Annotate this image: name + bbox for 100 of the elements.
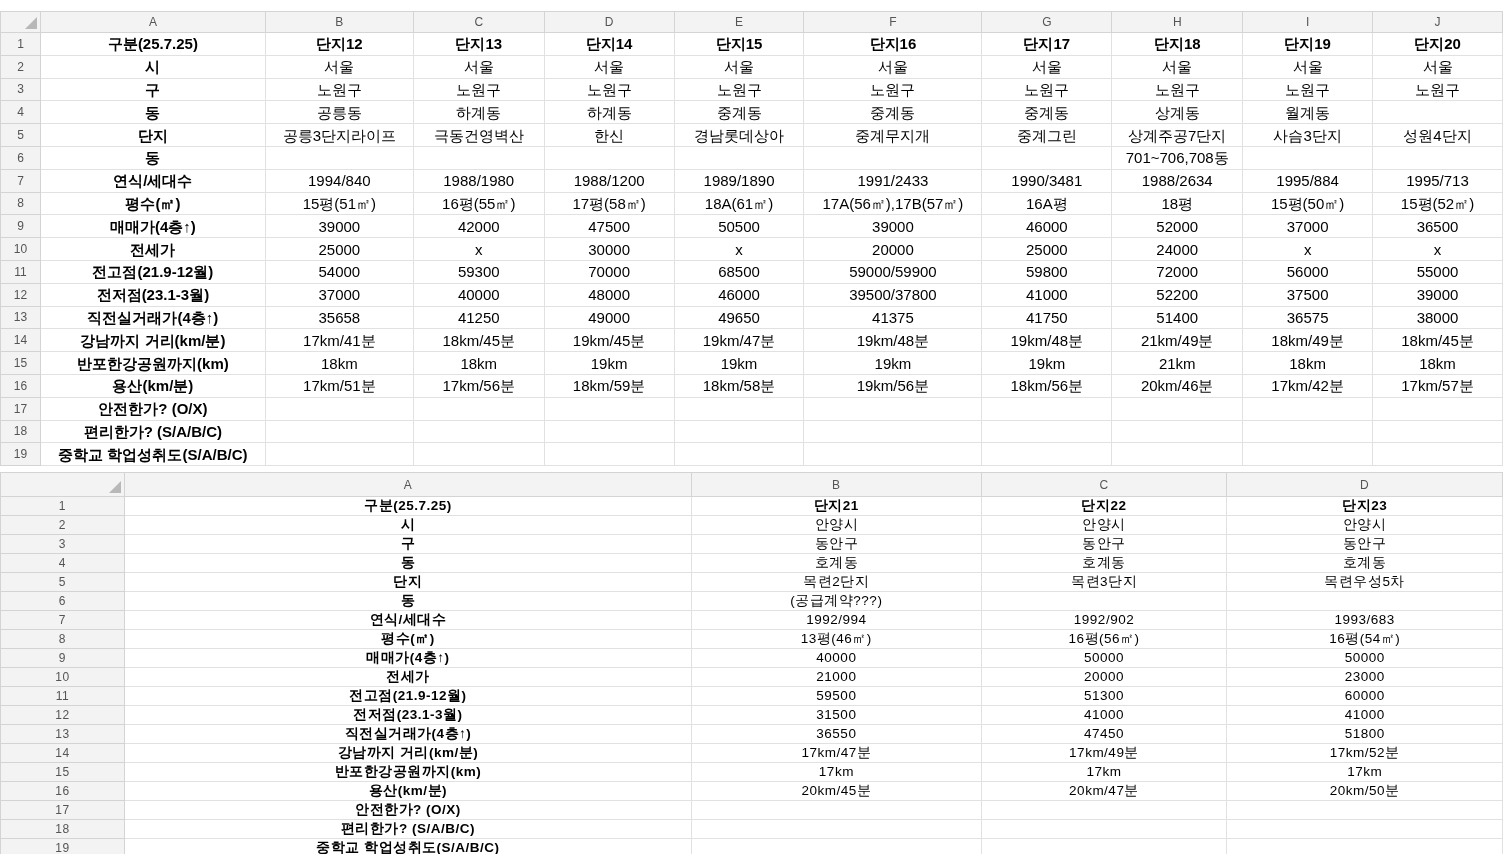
column-header[interactable]: G (981, 11, 1112, 33)
table-cell: 노원구 (981, 78, 1112, 101)
column-header[interactable]: C (981, 472, 1227, 497)
column-header[interactable]: I (1242, 11, 1373, 33)
table-cell: 반포한강공원까지(km) (124, 762, 692, 782)
table-cell: 단지18 (1111, 32, 1243, 56)
row-number[interactable]: 15 (0, 351, 41, 375)
table-cell: 구 (40, 78, 266, 101)
column-header[interactable]: C (413, 11, 545, 33)
row-number[interactable]: 6 (0, 146, 41, 170)
select-all-corner[interactable] (0, 472, 125, 497)
column-header[interactable]: B (691, 472, 982, 497)
table-cell: 19km (981, 351, 1112, 375)
table-cell: 51400 (1111, 306, 1243, 329)
row-number[interactable]: 12 (0, 283, 41, 307)
table-cell: 24000 (1111, 237, 1243, 261)
table-cell: 18km (413, 351, 545, 375)
column-header[interactable]: H (1111, 11, 1243, 33)
select-all-corner[interactable] (0, 11, 41, 33)
table-cell: 평수(㎡) (40, 192, 266, 215)
table-cell: 단지17 (981, 32, 1112, 56)
row-number[interactable]: 4 (0, 100, 41, 124)
table-cell: 노원구 (674, 78, 804, 101)
table-cell: 15평(51㎡) (265, 192, 414, 215)
row-number[interactable]: 1 (0, 32, 41, 56)
table-cell: 목련우성5차 (1226, 572, 1503, 592)
table-cell: 36500 (1372, 214, 1503, 238)
table-cell: 31500 (691, 705, 982, 725)
column-header[interactable]: D (1226, 472, 1503, 497)
table-cell: 강남까지 거리(km/분) (124, 743, 692, 763)
table-cell: 47500 (544, 214, 675, 238)
row-number[interactable]: 17 (0, 397, 41, 421)
table-cell: 16평(54㎡) (1226, 629, 1503, 649)
table-cell: 매매가(4층↑) (124, 648, 692, 668)
table-cell: 40000 (413, 283, 545, 307)
table-cell: 36550 (691, 724, 982, 744)
table-cell: 1988/2634 (1111, 169, 1243, 193)
row-number[interactable]: 11 (0, 260, 41, 284)
corner-triangle-icon (108, 481, 121, 494)
table-cell: 17km (981, 762, 1227, 782)
row-number[interactable]: 13 (0, 306, 41, 329)
table-cell: 18A(61㎡) (674, 192, 804, 215)
table-cell: 서울 (981, 55, 1112, 79)
table-cell: 호계동 (691, 553, 982, 573)
table-cell: 68500 (674, 260, 804, 284)
table-cell: 전고점(21.9-12월) (124, 686, 692, 706)
table-cell: 41000 (1226, 705, 1503, 725)
table-cell: 한신 (544, 123, 675, 147)
table-cell: 직전실거래가(4층↑) (124, 724, 692, 744)
table-cell: 19km (544, 351, 675, 375)
row-number[interactable]: 10 (0, 237, 41, 261)
table-cell: 17km/49분 (981, 743, 1227, 763)
table-cell: 37500 (1242, 283, 1373, 307)
row-number[interactable]: 18 (0, 420, 41, 443)
table-cell: 단지14 (544, 32, 675, 56)
column-header[interactable]: F (803, 11, 982, 33)
row-number[interactable]: 2 (0, 55, 41, 79)
column-header[interactable]: A (40, 11, 266, 33)
table-cell: 56000 (1242, 260, 1373, 284)
table-cell: 반포한강공원까지(km) (40, 351, 266, 375)
table-cell: 단지 (40, 123, 266, 147)
table-cell: 17km/41분 (265, 328, 414, 352)
table-cell: 전세가 (40, 237, 266, 261)
table-cell: 19km (674, 351, 804, 375)
table-cell: 중계무지개 (803, 123, 982, 147)
table-cell: 55000 (1372, 260, 1503, 284)
table-cell: 50000 (981, 648, 1227, 668)
table-cell: 동 (40, 100, 266, 124)
row-number[interactable]: 14 (0, 328, 41, 352)
table-cell: 50500 (674, 214, 804, 238)
table-cell: 70000 (544, 260, 675, 284)
row-number[interactable]: 8 (0, 192, 41, 215)
table-cell: 20000 (803, 237, 982, 261)
table-cell: 노원구 (1111, 78, 1243, 101)
table-cell: 19km/48분 (803, 328, 982, 352)
table-cell: 72000 (1111, 260, 1243, 284)
table-cell: 중학교 학업성취도(S/A/B/C) (40, 442, 266, 466)
table-cell: 사슴3단지 (1242, 123, 1373, 147)
table-cell: 단지23 (1226, 496, 1503, 516)
column-header[interactable]: A (124, 472, 692, 497)
table-cell: 17km/52분 (1226, 743, 1503, 763)
row-number[interactable]: 16 (0, 374, 41, 398)
row-number[interactable]: 5 (0, 123, 41, 147)
table-cell: 단지21 (691, 496, 982, 516)
row-number[interactable]: 9 (0, 214, 41, 238)
table-cell: 41750 (981, 306, 1112, 329)
column-header[interactable]: D (544, 11, 675, 33)
table-cell: 서울 (803, 55, 982, 79)
table-cell: 20km/50분 (1226, 781, 1503, 801)
table-cell: 19km (803, 351, 982, 375)
column-header[interactable]: E (674, 11, 804, 33)
row-number[interactable]: 3 (0, 78, 41, 101)
column-header[interactable]: B (265, 11, 414, 33)
row-number[interactable]: 7 (0, 169, 41, 193)
table-cell: x (413, 237, 545, 261)
row-number[interactable]: 19 (0, 442, 41, 466)
table-cell: 46000 (981, 214, 1112, 238)
table-cell: 17평(58㎡) (544, 192, 675, 215)
column-header[interactable]: J (1372, 11, 1503, 33)
table-cell: 59300 (413, 260, 545, 284)
